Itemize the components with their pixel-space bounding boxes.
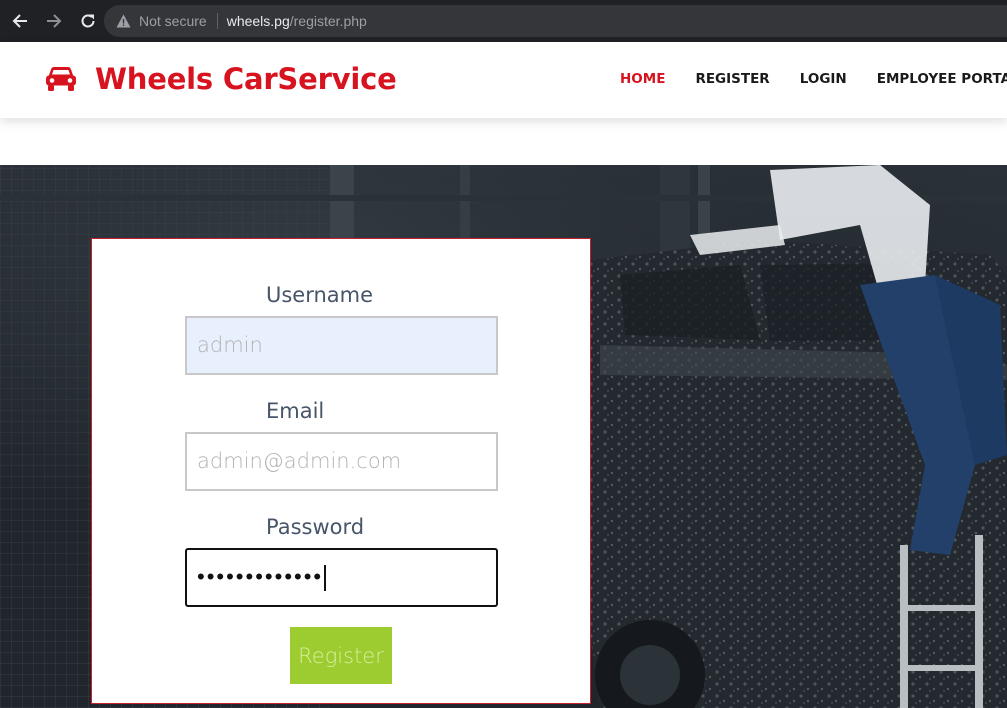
car-icon bbox=[46, 67, 76, 91]
url-host: wheels.pg bbox=[226, 13, 290, 29]
register-form: Username admin Email admin@admin.com Pas… bbox=[91, 238, 591, 704]
arrow-left-icon bbox=[12, 14, 27, 28]
address-bar[interactable]: Not secure wheels.pg /register.php bbox=[104, 5, 1007, 37]
brand-logo[interactable]: Wheels CarService bbox=[45, 62, 397, 96]
password-input[interactable]: ••••••••••••• bbox=[185, 548, 498, 607]
nav-login[interactable]: LOGIN bbox=[800, 71, 847, 87]
nav-home[interactable]: HOME bbox=[620, 71, 665, 87]
main-nav: HOME REGISTER LOGIN EMPLOYEE PORTAL bbox=[620, 71, 1007, 87]
back-button[interactable] bbox=[4, 5, 36, 37]
nav-employee-portal[interactable]: EMPLOYEE PORTAL bbox=[877, 71, 1007, 87]
brand-name: Wheels CarService bbox=[95, 62, 397, 96]
url-path: /register.php bbox=[289, 13, 367, 29]
security-label: Not secure bbox=[139, 13, 207, 29]
email-input[interactable]: admin@admin.com bbox=[185, 432, 498, 491]
forward-button[interactable] bbox=[38, 5, 70, 37]
text-caret bbox=[324, 565, 326, 591]
warning-triangle-icon bbox=[116, 14, 131, 28]
site-header: Wheels CarService HOME REGISTER LOGIN EM… bbox=[0, 42, 1007, 118]
url-divider bbox=[216, 13, 218, 29]
username-label: Username bbox=[266, 283, 374, 307]
security-chip[interactable]: Not secure bbox=[116, 13, 207, 29]
nav-register[interactable]: REGISTER bbox=[695, 71, 769, 87]
password-masked-value: ••••••••••••• bbox=[197, 565, 324, 590]
username-input[interactable]: admin bbox=[185, 316, 498, 375]
password-label: Password bbox=[266, 515, 365, 539]
reload-button[interactable] bbox=[72, 5, 104, 37]
register-button[interactable]: Register bbox=[290, 627, 392, 684]
browser-toolbar: Not secure wheels.pg /register.php bbox=[0, 0, 1007, 42]
email-label: Email bbox=[266, 399, 325, 423]
arrow-right-icon bbox=[47, 14, 62, 28]
reload-icon bbox=[81, 14, 95, 28]
